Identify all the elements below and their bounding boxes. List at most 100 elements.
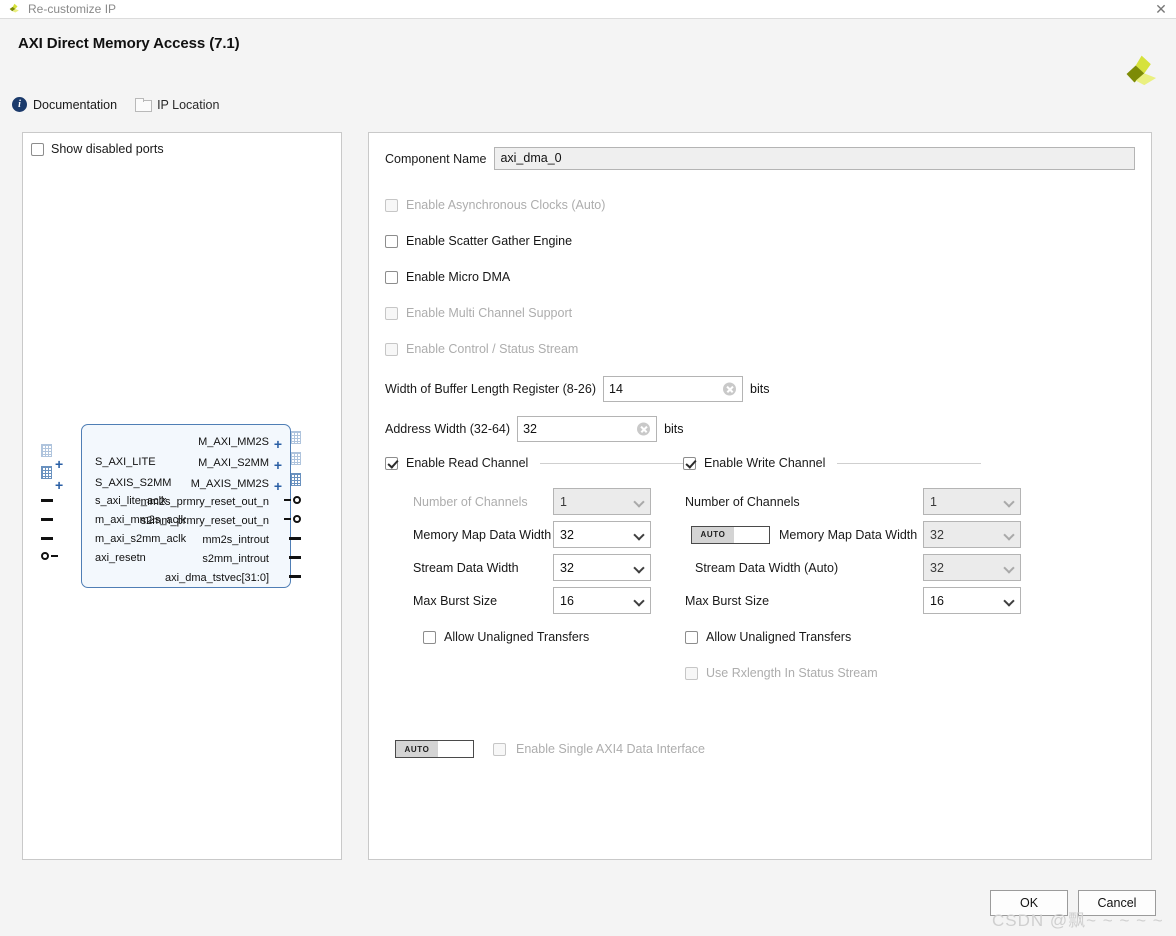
option-enable-scatter-gather[interactable]: Enable Scatter Gather Engine — [385, 232, 1135, 250]
option-enable-multi-channel[interactable]: Enable Multi Channel Support — [385, 304, 1135, 322]
channel-headers: Enable Read Channel Enable Write Channel — [385, 456, 1135, 470]
port-label-right: M_AXI_MM2S — [198, 436, 269, 448]
bus-stub-m-axis-mm2s — [290, 473, 301, 486]
single-axi-row: AUTO Enable Single AXI4 Data Interface — [385, 740, 1135, 758]
write-memory-map-data-width-row: AUTO Memory Map Data Width 32 — [685, 521, 1045, 548]
port-stub-axi-dma-tstvec — [289, 575, 301, 578]
buffer-length-label: Width of Buffer Length Register (8-26) — [385, 382, 596, 396]
port-label-left: S_AXI_LITE — [95, 456, 156, 468]
read-channel-header: Enable Read Channel — [385, 456, 683, 470]
chevron-down-icon — [633, 529, 645, 541]
ip-block-diagram: + + S_AXI_LITE S_AXIS_S2MM s_axi_lite_ac… — [33, 416, 331, 596]
address-width-value: 32 — [523, 422, 537, 436]
port-label-left: axi_resetn — [95, 552, 146, 564]
expand-icon-m-axis-mm2s[interactable]: + — [274, 479, 282, 493]
write-allow-unaligned-row[interactable]: Allow Unaligned Transfers — [685, 628, 1045, 646]
bus-stub-s-axi-lite — [41, 444, 52, 457]
option-enable-micro-dma[interactable]: Enable Micro DMA — [385, 268, 1135, 286]
expand-icon-s-axis-s2mm[interactable]: + — [55, 478, 63, 492]
write-number-of-channels-label: Number of Channels — [685, 494, 800, 509]
port-stub-s-axi-lite-aclk — [41, 499, 53, 502]
enable-control-status-label: Enable Control / Status Stream — [406, 342, 579, 356]
clear-icon[interactable] — [723, 382, 736, 396]
write-stream-data-width-select[interactable]: 32 — [923, 554, 1021, 581]
dialog-buttons: OK Cancel — [990, 890, 1156, 916]
window-titlebar: Re-customize IP ✕ — [0, 0, 1176, 19]
close-icon[interactable]: ✕ — [1154, 2, 1168, 16]
port-label-right: M_AXIS_MM2S — [190, 478, 269, 490]
enable-multi-channel-checkbox — [385, 306, 398, 320]
read-stream-data-width-select[interactable]: 32 — [553, 554, 651, 581]
show-disabled-ports-checkbox[interactable] — [31, 142, 44, 156]
xilinx-brand-logo — [1126, 55, 1157, 86]
component-name-label: Component Name — [385, 151, 487, 166]
memory-map-data-width-auto-toggle[interactable]: AUTO — [691, 525, 770, 544]
expand-icon-m-axi-mm2s[interactable]: + — [274, 437, 282, 451]
auto-toggle-track — [438, 741, 473, 757]
folder-icon — [135, 98, 153, 112]
write-stream-data-width-row: Stream Data Width (Auto) 32 — [685, 554, 1045, 581]
enable-read-channel-checkbox[interactable] — [385, 456, 398, 470]
use-rxlength-checkbox — [685, 666, 698, 680]
cancel-button[interactable]: Cancel — [1078, 890, 1156, 916]
option-enable-async-clocks[interactable]: Enable Asynchronous Clocks (Auto) — [385, 196, 1135, 214]
bus-stub-s-axis-s2mm — [41, 466, 52, 479]
read-allow-unaligned-checkbox[interactable] — [423, 630, 436, 644]
show-disabled-ports-row[interactable]: Show disabled ports — [23, 133, 341, 156]
address-width-input[interactable]: 32 — [517, 416, 658, 442]
write-number-of-channels-select[interactable]: 1 — [923, 488, 1021, 515]
ip-symbol-panel: Show disabled ports + + S_AXI_LITE S_AXI… — [22, 132, 342, 860]
write-number-of-channels-value: 1 — [930, 494, 937, 509]
ok-button[interactable]: OK — [990, 890, 1068, 916]
use-rxlength-row[interactable]: Use Rxlength In Status Stream — [685, 664, 1045, 682]
read-memory-map-data-width-row: Memory Map Data Width 32 — [413, 521, 685, 548]
chevron-down-icon — [1003, 529, 1015, 541]
read-allow-unaligned-row[interactable]: Allow Unaligned Transfers — [423, 628, 685, 646]
address-width-label: Address Width (32-64) — [385, 422, 511, 436]
enable-micro-dma-label: Enable Micro DMA — [406, 270, 511, 284]
dialog-header: AXI Direct Memory Access (7.1) i Documen… — [0, 19, 1176, 132]
divider — [540, 462, 683, 464]
chevron-down-icon — [1003, 496, 1015, 508]
write-memory-map-data-width-select[interactable]: 32 — [923, 521, 1021, 548]
chevron-down-icon — [633, 496, 645, 508]
read-memory-map-data-width-select[interactable]: 32 — [553, 521, 651, 548]
read-memory-map-data-width-value: 32 — [560, 527, 574, 542]
port-stub-m-axi-s2mm-aclk — [41, 537, 53, 540]
single-axi-auto-toggle[interactable]: AUTO — [395, 740, 474, 758]
ip-location-link[interactable]: IP Location — [135, 98, 219, 112]
option-enable-control-status-stream[interactable]: Enable Control / Status Stream — [385, 340, 1135, 358]
buffer-length-value: 14 — [609, 382, 623, 396]
buffer-length-unit: bits — [750, 382, 770, 396]
port-label-right: s2mm_introut — [202, 553, 269, 565]
read-stream-data-width-row: Stream Data Width 32 — [413, 554, 685, 581]
channel-settings: Number of Channels 1 Memory Map Data Wid… — [385, 488, 1135, 682]
write-channel-column: Number of Channels 1 AUTO Memory Map Dat… — [685, 488, 1045, 682]
enable-write-channel-checkbox[interactable] — [683, 456, 696, 470]
expand-icon-s-axi-lite[interactable]: + — [55, 457, 63, 471]
write-max-burst-size-select[interactable]: 16 — [923, 587, 1021, 614]
write-allow-unaligned-checkbox[interactable] — [685, 630, 698, 644]
read-channel-column: Number of Channels 1 Memory Map Data Wid… — [385, 488, 685, 682]
write-allow-unaligned-label: Allow Unaligned Transfers — [706, 630, 852, 644]
enable-scatter-gather-checkbox[interactable] — [385, 234, 398, 248]
clear-icon[interactable] — [637, 422, 651, 436]
port-label-right: axi_dma_tstvec[31:0] — [165, 572, 269, 584]
port-stub-mm2s-reset-out — [284, 496, 301, 504]
write-max-burst-size-value: 16 — [930, 593, 944, 608]
page-title: AXI Direct Memory Access (7.1) — [18, 35, 240, 52]
read-number-of-channels-select[interactable]: 1 — [553, 488, 651, 515]
buffer-length-input[interactable]: 14 — [603, 376, 743, 402]
enable-single-axi4-checkbox — [493, 742, 506, 756]
read-stream-data-width-value: 32 — [560, 560, 574, 575]
component-name-input[interactable]: axi_dma_0 — [494, 147, 1135, 170]
divider — [837, 462, 981, 464]
expand-icon-m-axi-s2mm[interactable]: + — [274, 458, 282, 472]
write-number-of-channels-row: Number of Channels 1 — [685, 488, 1045, 515]
write-max-burst-size-row: Max Burst Size 16 — [685, 587, 1045, 614]
bus-stub-m-axi-mm2s — [290, 431, 301, 444]
enable-micro-dma-checkbox[interactable] — [385, 270, 398, 284]
documentation-link[interactable]: i Documentation — [12, 97, 117, 112]
dialog-body: Show disabled ports + + S_AXI_LITE S_AXI… — [0, 132, 1176, 860]
read-max-burst-size-select[interactable]: 16 — [553, 587, 651, 614]
